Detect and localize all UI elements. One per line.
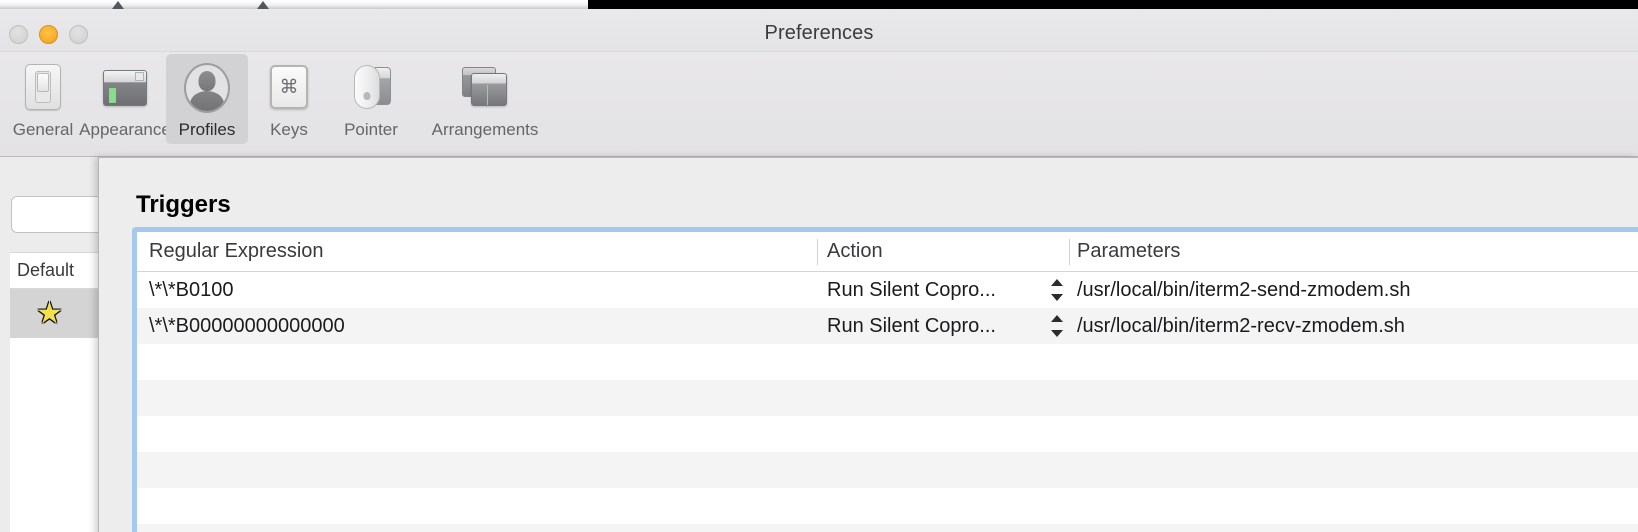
cell-parameters[interactable]: /usr/local/bin/iterm2-send-zmodem.sh [1077,272,1638,308]
user-avatar-icon [180,61,234,115]
star-icon: ★ [36,296,63,330]
column-divider-1[interactable] [817,239,818,265]
cell-action[interactable]: Run Silent Copro... [827,308,1039,344]
column-header-parameters[interactable]: Parameters [1077,232,1638,271]
window-appearance-icon [98,61,152,115]
triggers-table[interactable]: Regular Expression Action Parameters \*\… [137,232,1638,532]
profiles-column-header-default[interactable]: Default [10,260,74,281]
toolbar-item-profiles[interactable]: Profiles [166,54,248,144]
window-titlebar: Preferences [0,9,1638,52]
table-row[interactable] [137,488,1638,524]
table-row[interactable]: \*\*B00000000000000 Run Silent Copro... … [137,308,1638,344]
toggle-switch-icon [16,61,70,115]
column-header-regular-expression[interactable]: Regular Expression [149,232,809,271]
chevron-updown-icon[interactable] [1050,279,1064,301]
toolbar-item-profiles-label: Profiles [178,120,236,139]
cell-regular-expression[interactable]: \*\*B0100 [149,272,809,308]
triggers-table-focus-ring: Regular Expression Action Parameters \*\… [132,227,1638,532]
window-title: Preferences [764,22,874,44]
toolbar-item-appearance-label: Appearance [79,120,171,139]
mouse-icon [344,61,398,115]
preferences-toolbar: General Appearance Profiles ⌘ Keys Point… [0,52,1638,157]
cell-action[interactable]: Run Silent Copro... [827,272,1039,308]
toolbar-item-general-label: General [12,120,74,139]
background-tab-notch-2 [255,0,271,9]
table-row[interactable] [137,344,1638,380]
column-header-action[interactable]: Action [827,232,1039,271]
toolbar-item-keys-label: Keys [270,120,308,139]
profiles-sidebar: Default ★ [0,157,201,532]
screenshot-root: Preferences General Appearance Profiles … [0,0,1638,532]
toolbar-item-arrangements-label: Arrangements [431,120,539,139]
chevron-updown-icon[interactable] [1050,315,1064,337]
table-row[interactable] [137,452,1638,488]
background-tab-notch-1 [110,0,126,9]
keyboard-key-command-icon: ⌘ [262,61,316,115]
cell-parameters[interactable]: /usr/local/bin/iterm2-recv-zmodem.sh [1077,308,1638,344]
toolbar-items: General Appearance Profiles ⌘ Keys Point… [2,54,558,144]
page-title: Triggers [136,191,231,218]
table-row[interactable] [137,416,1638,452]
toolbar-item-arrangements[interactable]: Arrangements [412,54,558,144]
toolbar-item-keys[interactable]: ⌘ Keys [248,54,330,144]
preferences-window: Preferences General Appearance Profiles … [0,9,1638,532]
cell-regular-expression[interactable]: \*\*B00000000000000 [149,308,809,344]
triggers-table-header: Regular Expression Action Parameters [137,232,1638,272]
table-row[interactable]: \*\*B0100 Run Silent Copro... /usr/local… [137,272,1638,308]
toolbar-item-appearance[interactable]: Appearance [79,54,171,144]
toolbar-item-general[interactable]: General [2,54,84,144]
stacked-windows-icon [458,61,512,115]
triggers-panel: Triggers Regular Expression Action Param… [98,157,1638,532]
column-divider-2[interactable] [1069,239,1070,265]
table-row[interactable] [137,380,1638,416]
toolbar-item-pointer[interactable]: Pointer [330,54,412,144]
table-row[interactable] [137,524,1638,532]
toolbar-item-pointer-label: Pointer [344,120,398,139]
